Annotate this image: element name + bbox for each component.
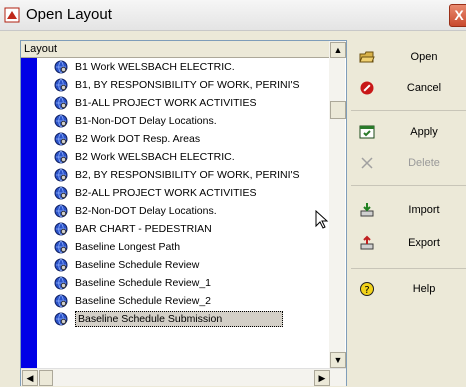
list-item-label: B2 Work DOT Resp. Areas (75, 133, 201, 145)
delete-icon (361, 157, 373, 169)
title-bar: Open Layout X (0, 0, 466, 31)
list-item[interactable]: Baseline Schedule Review_1 (37, 274, 329, 292)
help-button[interactable]: ? Help (351, 276, 466, 303)
list-item-label: B1-ALL PROJECT WORK ACTIVITIES (75, 97, 257, 109)
export-label: Export (408, 237, 440, 249)
mouse-cursor-icon (315, 210, 329, 229)
open-layout-icon (4, 7, 20, 23)
list-item[interactable]: B2, BY RESPONSIBILITY OF WORK, PERINI'S (37, 166, 329, 184)
list-item-label: B1 Work WELSBACH ELECTRIC. (75, 61, 235, 73)
layout-globe-icon (54, 150, 68, 164)
apply-button[interactable]: Apply (351, 119, 466, 146)
layout-globe-icon (54, 168, 68, 182)
list-item[interactable]: B1, BY RESPONSIBILITY OF WORK, PERINI'S (37, 76, 329, 94)
layout-globe-icon (54, 294, 68, 308)
scroll-left-button[interactable]: ◀ (22, 370, 38, 386)
horizontal-scrollbar[interactable]: ◀ ▶ (21, 368, 346, 386)
vertical-scrollbar[interactable]: ▲ ▼ (329, 41, 346, 368)
list-item[interactable]: Baseline Schedule Review_2 (37, 292, 329, 310)
list-item-label: B2 Work WELSBACH ELECTRIC. (75, 151, 235, 163)
layout-globe-icon (54, 114, 68, 128)
layout-globe-icon (54, 186, 68, 200)
layout-globe-icon (54, 78, 68, 92)
open-folder-icon (359, 51, 375, 63)
list-item-label: B2-Non-DOT Delay Locations. (75, 205, 217, 217)
layout-globe-icon (54, 60, 68, 74)
hscroll-thumb[interactable] (39, 370, 53, 386)
cancel-icon (360, 81, 374, 95)
layout-globe-icon (54, 276, 68, 290)
list-item[interactable]: Baseline Schedule Review (37, 256, 329, 274)
help-icon: ? (360, 282, 374, 296)
list-item[interactable]: B2 Work WELSBACH ELECTRIC. (37, 148, 329, 166)
layout-globe-icon (54, 204, 68, 218)
scroll-up-button[interactable]: ▲ (330, 42, 346, 58)
layout-globe-icon (54, 312, 68, 326)
layout-globe-icon (54, 222, 68, 236)
list-item-label: BAR CHART - PEDESTRIAN (75, 223, 212, 235)
list-item[interactable]: B1-ALL PROJECT WORK ACTIVITIES (37, 94, 329, 112)
svg-text:?: ? (364, 285, 369, 296)
list-item[interactable]: B1-Non-DOT Delay Locations. (37, 112, 329, 130)
close-icon: X (454, 7, 464, 23)
list-item-label: B1, BY RESPONSIBILITY OF WORK, PERINI'S (75, 79, 300, 91)
list-item[interactable]: BAR CHART - PEDESTRIAN (37, 220, 329, 238)
panel-divider (351, 110, 466, 111)
list-item[interactable]: B2-ALL PROJECT WORK ACTIVITIES (37, 184, 329, 202)
layout-globe-icon (54, 240, 68, 254)
list-item-label: B2-ALL PROJECT WORK ACTIVITIES (75, 187, 257, 199)
list-item-label: B2, BY RESPONSIBILITY OF WORK, PERINI'S (75, 169, 300, 181)
delete-button[interactable]: Delete (351, 150, 466, 177)
export-icon (360, 235, 374, 250)
scroll-thumb[interactable] (330, 101, 346, 119)
list-item[interactable]: Baseline Longest Path (37, 238, 329, 256)
cancel-button[interactable]: Cancel (351, 75, 466, 102)
panel-divider (351, 185, 466, 186)
list-item[interactable]: B1 Work WELSBACH ELECTRIC. (37, 58, 329, 76)
panel-divider (351, 268, 466, 269)
open-button[interactable]: Open (351, 44, 466, 71)
apply-icon (359, 125, 375, 139)
list-item[interactable]: B2-Non-DOT Delay Locations. (37, 202, 329, 220)
layout-globe-icon (54, 258, 68, 272)
list-rows: B1 Work WELSBACH ELECTRIC. B1, BY RESPONS… (37, 58, 329, 368)
list-item-label: B1-Non-DOT Delay Locations. (75, 115, 217, 127)
export-button[interactable]: Export (351, 230, 466, 257)
help-label: Help (412, 283, 436, 295)
scroll-right-button[interactable]: ▶ (314, 370, 330, 386)
window-title: Open Layout (26, 6, 112, 23)
close-button[interactable]: X (449, 4, 466, 27)
import-label: Import (408, 204, 440, 216)
layout-list[interactable]: Layout B1 Work WELSBACH ELECTRIC. B1, BY … (20, 40, 347, 386)
layout-globe-icon (54, 96, 68, 110)
list-item-label: Baseline Schedule Review_1 (75, 277, 212, 289)
list-item-label: Baseline Schedule Review (75, 259, 200, 271)
list-item[interactable]: Baseline Schedule Submission (37, 310, 329, 328)
column-header-layout: Layout (24, 43, 58, 55)
list-item-label: Baseline Longest Path (75, 241, 181, 253)
import-icon (360, 203, 374, 217)
scroll-down-button[interactable]: ▼ (330, 352, 346, 368)
delete-label: Delete (408, 157, 440, 169)
open-label: Open (410, 51, 438, 63)
list-item[interactable]: B2 Work DOT Resp. Areas (37, 130, 329, 148)
cancel-label: Cancel (406, 82, 442, 94)
action-panel: Open Cancel Apply Delete Import Export ?… (351, 40, 466, 330)
layout-globe-icon (54, 132, 68, 146)
list-item-label: Baseline Schedule Submission (75, 311, 284, 327)
apply-label: Apply (410, 126, 438, 138)
list-header[interactable]: Layout (21, 41, 329, 58)
import-button[interactable]: Import (351, 197, 466, 224)
list-item-label: Baseline Schedule Review_2 (75, 295, 212, 307)
list-accent-strip (21, 58, 37, 368)
